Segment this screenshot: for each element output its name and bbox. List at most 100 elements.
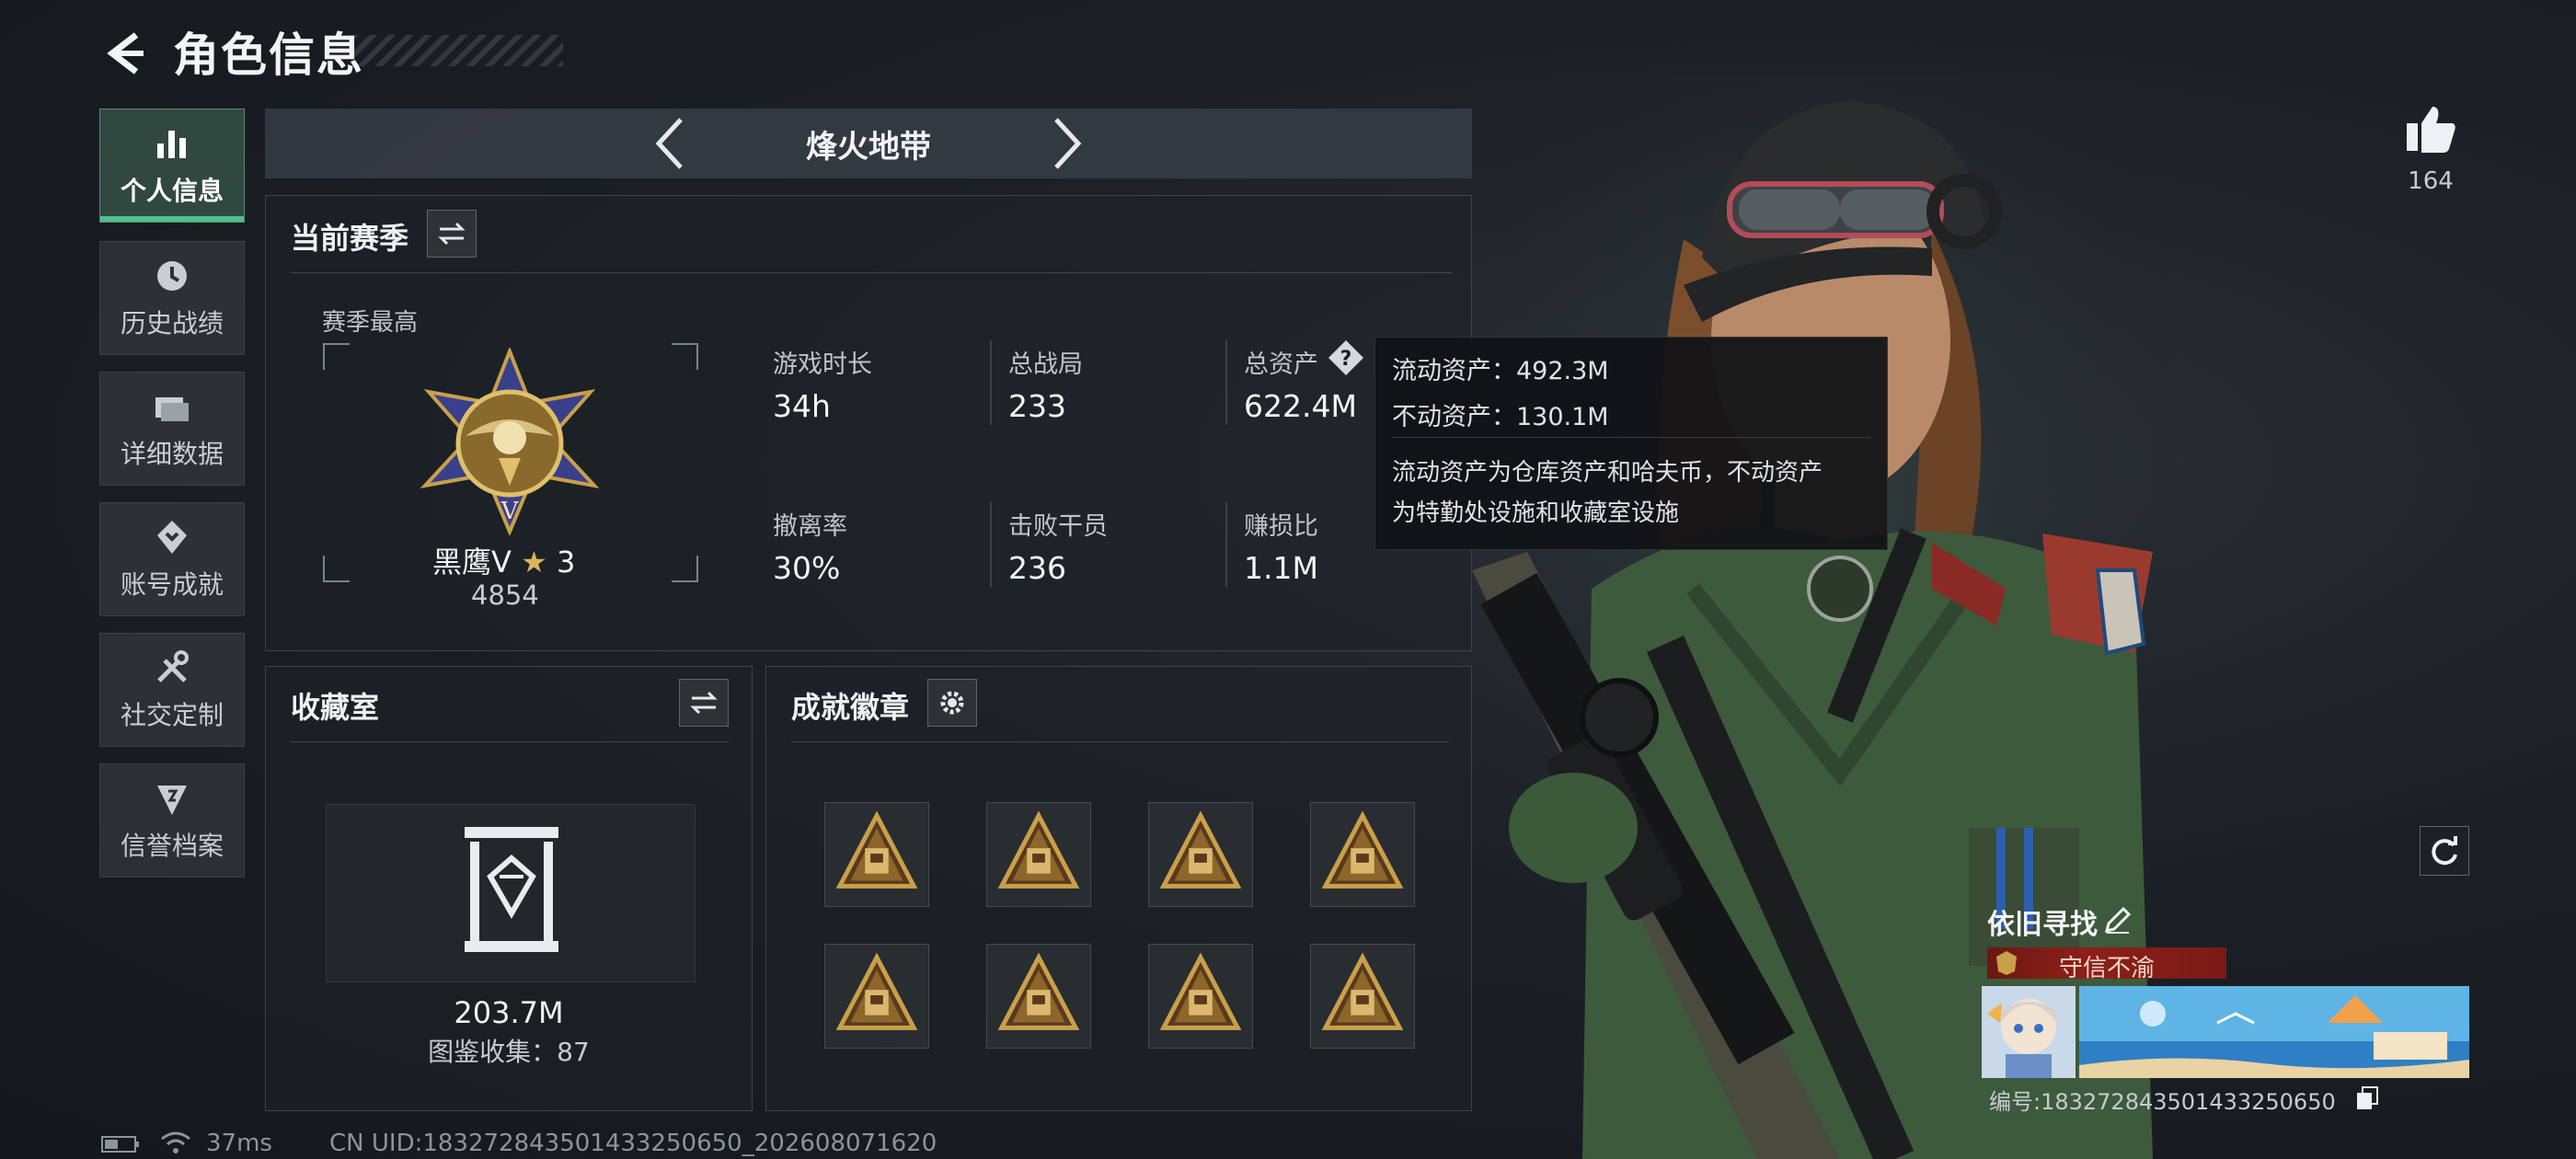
folder-icon xyxy=(155,397,189,421)
triangle-badge-icon xyxy=(1159,952,1242,1030)
sidebar-item-account-achievements[interactable]: 账号成就 xyxy=(99,502,245,616)
divider xyxy=(291,272,1452,273)
stat-label-kills: 击败干员 xyxy=(1008,512,1108,541)
tooltip-liquid-assets: 流动资产：492.3M xyxy=(1392,357,1609,385)
copy-icon[interactable] xyxy=(2355,1085,2379,1111)
bar-chart-icon xyxy=(157,131,186,158)
mode-title: 烽火地带 xyxy=(806,129,931,166)
tooltip-desc-line1: 流动资产为仓库资产和哈夫币，不动资产 xyxy=(1392,459,1823,487)
name-card-banner[interactable] xyxy=(2079,986,2469,1078)
collection-title: 收藏室 xyxy=(291,690,380,725)
collection-value: 203.7M xyxy=(454,995,564,1030)
season-switch-button[interactable] xyxy=(427,210,477,258)
stat-label-playtime: 游戏时长 xyxy=(773,350,872,379)
sidebar-item-personal-info[interactable]: 个人信息 xyxy=(99,109,245,223)
asset-tooltip: 流动资产：492.3M 不动资产：130.1M 流动资产为仓库资产和哈夫币，不动… xyxy=(1374,337,1888,550)
stat-divider xyxy=(990,340,992,425)
help-icon[interactable]: ? xyxy=(1327,339,1365,377)
refresh-icon xyxy=(2432,836,2457,866)
status-bar: 37ms CN UID:183272843501433250650_202608… xyxy=(101,1130,1113,1157)
season-title: 当前赛季 xyxy=(291,221,409,256)
swap-icon xyxy=(690,691,718,715)
ping-value: 37ms xyxy=(206,1130,272,1157)
stat-label-extract-rate: 撤离率 xyxy=(773,512,847,541)
tooltip-desc-line2: 为特勤处设施和收藏室设施 xyxy=(1392,499,1680,527)
sidebar-item-label: 账号成就 xyxy=(120,569,224,600)
reputation-icon xyxy=(157,786,187,815)
triangle-badge-icon xyxy=(1321,952,1404,1030)
collection-catalog-count: 图鉴收集：87 xyxy=(428,1037,590,1067)
rank-emblem-icon: V xyxy=(420,348,600,535)
stat-value-extract-rate: 30% xyxy=(773,550,841,586)
refresh-button[interactable] xyxy=(2420,826,2469,876)
edit-pencil-icon[interactable] xyxy=(2103,905,2133,935)
history-clock-icon xyxy=(157,261,187,291)
achievement-badge[interactable] xyxy=(1148,802,1253,907)
sidebar-item-detail-data[interactable]: 详细数据 xyxy=(99,372,245,486)
sidebar-item-label: 详细数据 xyxy=(120,439,224,469)
sidebar-item-label: 历史战绩 xyxy=(120,308,224,339)
thumbs-up-icon[interactable] xyxy=(2403,103,2458,155)
season-best-label: 赛季最高 xyxy=(322,309,419,337)
stat-value-total-matches: 233 xyxy=(1008,388,1066,424)
triangle-badge-icon xyxy=(835,952,918,1030)
title-banner-text: 守信不渝 xyxy=(2058,955,2155,982)
stat-divider xyxy=(1225,502,1227,587)
sidebar-item-social-custom[interactable]: 社交定制 xyxy=(99,633,245,747)
page-title: 角色信息 xyxy=(173,29,364,82)
rank-name-text: 黑鹰Ⅴ xyxy=(432,545,512,580)
sidebar-item-reputation[interactable]: 信誉档案 xyxy=(99,763,245,878)
collection-switch-button[interactable] xyxy=(679,679,729,727)
back-arrow-icon[interactable] xyxy=(99,26,155,81)
star-icon: ★ xyxy=(521,545,547,580)
svg-text:V: V xyxy=(500,498,520,525)
stat-label-total-matches: 总战局 xyxy=(1008,350,1083,379)
tools-icon xyxy=(157,650,189,683)
wifi-icon xyxy=(161,1131,190,1153)
triangle-badge-icon xyxy=(1321,810,1404,889)
achievement-badge[interactable] xyxy=(824,802,929,907)
sidebar-item-history[interactable]: 历史战绩 xyxy=(99,241,245,355)
achievement-badge[interactable] xyxy=(1310,944,1415,1049)
chevron-right-icon[interactable] xyxy=(1047,114,1087,173)
stat-value-profit-loss: 1.1M xyxy=(1244,550,1318,586)
tooltip-divider xyxy=(1392,437,1870,438)
swap-icon xyxy=(438,222,466,246)
stat-value-playtime: 34h xyxy=(773,388,831,424)
stat-label-total-assets: 总资产 xyxy=(1244,350,1318,379)
battery-icon xyxy=(101,1136,139,1153)
svg-text:?: ? xyxy=(1340,348,1352,371)
triangle-badge-icon xyxy=(835,810,918,889)
achievement-badge[interactable] xyxy=(1310,802,1415,907)
likes-count: 164 xyxy=(2408,167,2454,195)
badges-settings-button[interactable] xyxy=(927,679,977,727)
title-banner: 守信不渝 xyxy=(1987,947,2226,982)
rank-points: 4854 xyxy=(471,580,539,611)
divider xyxy=(791,741,1450,742)
badges-title: 成就徽章 xyxy=(791,690,910,725)
player-name: 依旧寻找 xyxy=(1987,909,2098,941)
divider xyxy=(291,741,729,742)
achievement-badge[interactable] xyxy=(986,802,1091,907)
achievement-badge[interactable] xyxy=(824,944,929,1049)
stat-label-profit-loss: 赚损比 xyxy=(1244,512,1318,541)
triangle-badge-icon xyxy=(1159,810,1242,889)
sidebar-item-label: 社交定制 xyxy=(120,700,224,730)
stat-value-total-assets: 622.4M xyxy=(1244,388,1357,424)
title-decoration xyxy=(351,35,563,66)
triangle-badge-icon xyxy=(997,810,1080,889)
rank-name: 黑鹰Ⅴ ★ 3 xyxy=(432,539,575,581)
gear-icon xyxy=(940,691,964,715)
player-id: 编号:183272843501433250650 xyxy=(1989,1089,2336,1115)
achievement-badge[interactable] xyxy=(1148,944,1253,1049)
stat-value-kills: 236 xyxy=(1008,550,1066,586)
collection-preview[interactable] xyxy=(326,804,696,982)
collection-room-icon xyxy=(465,827,558,952)
chevron-left-icon[interactable] xyxy=(650,114,690,173)
uid-text: CN UID:183272843501433250650_20260807162… xyxy=(329,1130,937,1157)
tooltip-fixed-assets: 不动资产：130.1M xyxy=(1392,403,1609,431)
achievement-badge[interactable] xyxy=(986,944,1091,1049)
stat-divider xyxy=(990,502,992,587)
avatar[interactable] xyxy=(1982,986,2076,1078)
sidebar-item-label: 信誉档案 xyxy=(120,831,224,861)
